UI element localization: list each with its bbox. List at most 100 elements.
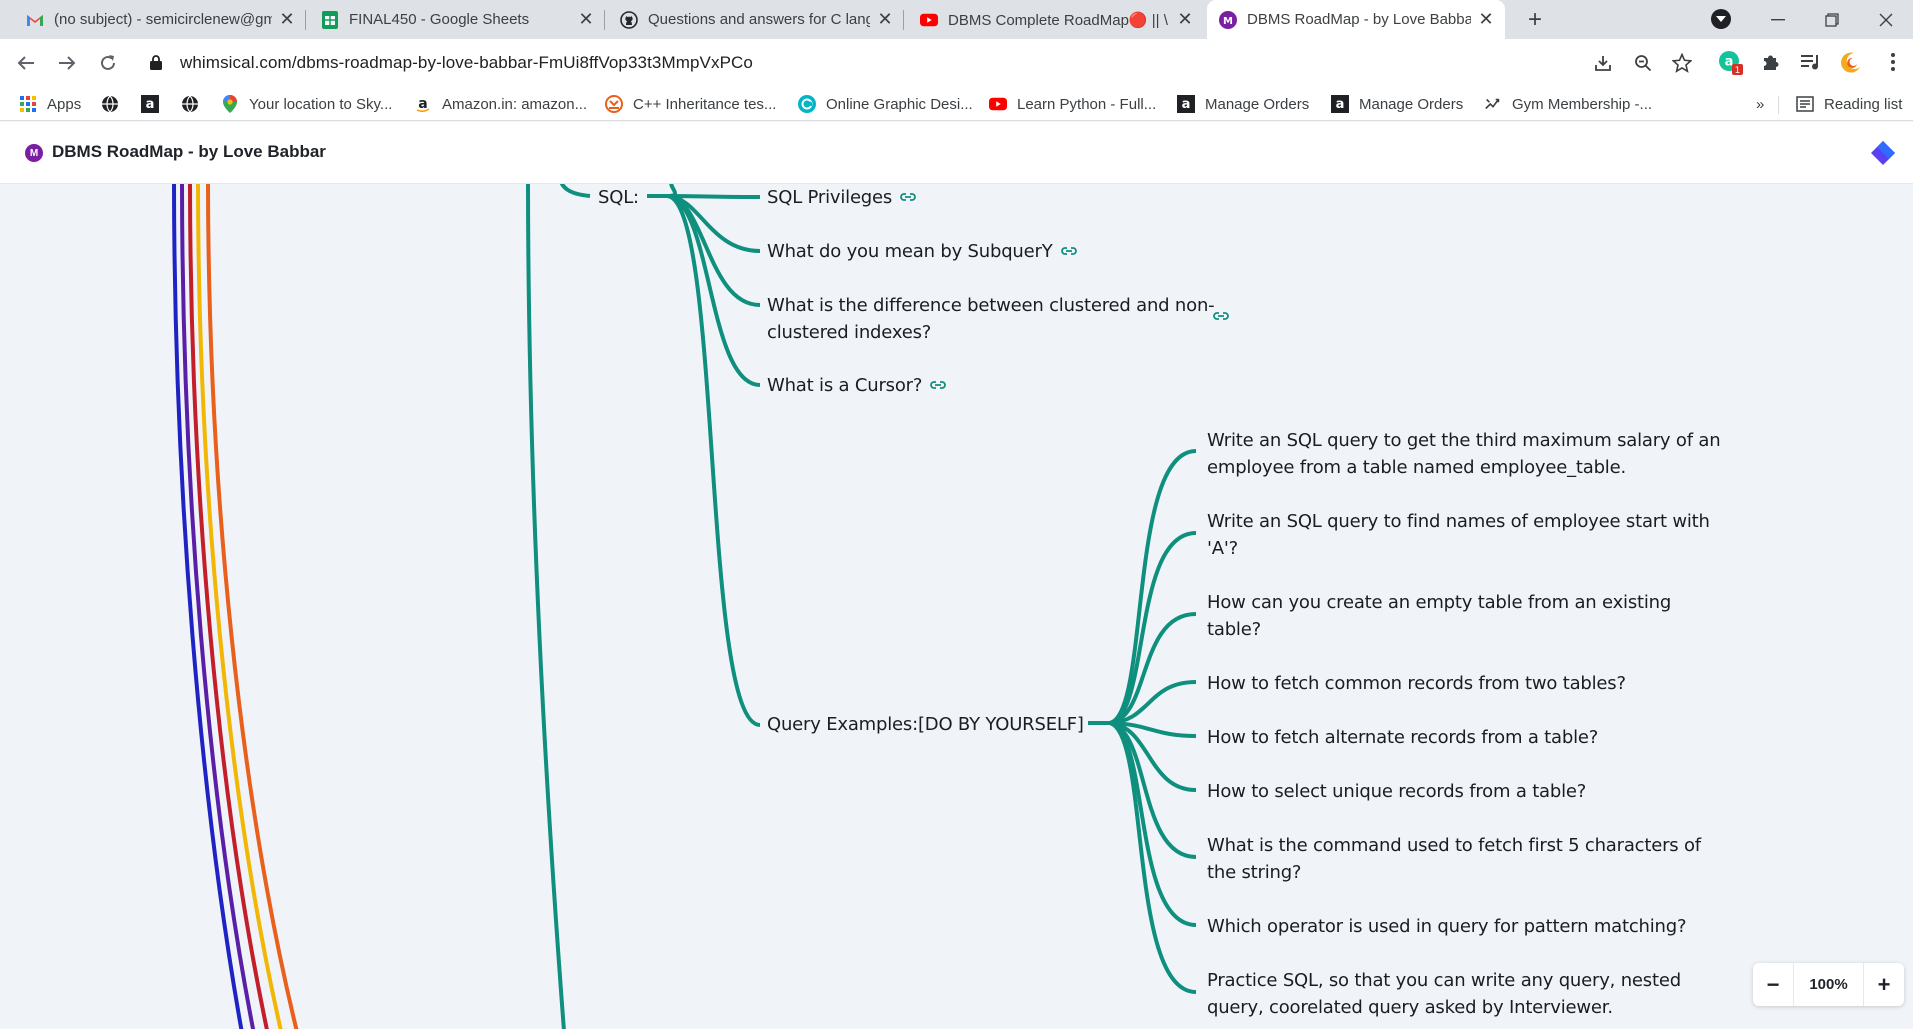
board-title[interactable]: DBMS RoadMap - by Love Babbar: [52, 142, 326, 162]
bookmark-amazon-1[interactable]: a: [141, 93, 169, 115]
extension-badge: 1: [1735, 66, 1741, 75]
tab-youtube[interactable]: DBMS Complete RoadMap🔴 || \ ✕: [908, 0, 1204, 39]
bookmark-globe-2[interactable]: [181, 93, 209, 115]
lock-icon[interactable]: [150, 55, 166, 71]
mindmap-node-query-7[interactable]: What is the command used to fetch first …: [1207, 832, 1727, 886]
mindmap-node-query-5[interactable]: How to fetch alternate records from a ta…: [1207, 724, 1727, 751]
tab-google-sheets[interactable]: FINAL450 - Google Sheets ✕: [309, 0, 605, 39]
close-icon[interactable]: ✕: [278, 9, 296, 29]
crescent-extension-icon[interactable]: [1838, 49, 1864, 75]
canva-icon: [798, 95, 816, 113]
install-app-icon[interactable]: [1591, 51, 1615, 75]
bookmark-manage-orders-1[interactable]: a Manage Orders: [1177, 93, 1309, 115]
close-icon[interactable]: ✕: [1176, 9, 1194, 29]
mindmap-node-cursor[interactable]: What is a Cursor?: [767, 372, 947, 399]
apps-grid-icon: [19, 95, 37, 113]
zoom-out-button[interactable]: −: [1753, 963, 1793, 1006]
maps-pin-icon: [221, 95, 239, 113]
node-text-line-1: What is the difference between clustered…: [767, 295, 1215, 316]
tab-search-icon[interactable]: [1711, 9, 1731, 29]
bookmark-star-icon[interactable]: [1670, 51, 1694, 75]
browser-menu-icon[interactable]: [1880, 49, 1906, 75]
bookmarks-overflow-label: »: [1756, 95, 1765, 113]
node-text-line-2: 'A'?: [1207, 538, 1238, 559]
bookmark-amazon-2[interactable]: a Amazon.in: amazon...: [414, 93, 587, 115]
mindmap-node-sql[interactable]: SQL:: [598, 184, 639, 211]
restore-icon[interactable]: [1805, 0, 1859, 39]
extensions-puzzle-icon[interactable]: [1758, 49, 1784, 75]
mindmap-node-query-3[interactable]: How can you create an empty table from a…: [1207, 589, 1727, 643]
mindmap-node-query-9[interactable]: Practice SQL, so that you can write any …: [1207, 967, 1727, 1021]
bookmark-maps[interactable]: Your location to Sky...: [221, 93, 392, 115]
zoom-level[interactable]: 100%: [1793, 963, 1864, 1006]
svg-text:a: a: [146, 97, 155, 112]
bookmark-globe-1[interactable]: [101, 93, 129, 115]
tab-github[interactable]: Questions and answers for C lang ✕: [608, 0, 904, 39]
link-icon[interactable]: [1213, 311, 1229, 321]
globe-icon: [181, 95, 199, 113]
mindmap-node-sql-privileges[interactable]: SQL Privileges: [767, 184, 916, 211]
whimsical-logo-icon[interactable]: M: [25, 144, 43, 162]
minimize-icon[interactable]: [1751, 0, 1805, 39]
tab-title: (no subject) - semicirclenew@gm: [54, 11, 272, 28]
mindmap-node-query-8[interactable]: Which operator is used in query for patt…: [1207, 913, 1727, 940]
mindmap-node-query-examples[interactable]: Query Examples:[DO BY YOURSELF]: [767, 711, 1084, 738]
amazon-icon: a: [1177, 95, 1195, 113]
tab-separator: [604, 10, 605, 30]
close-window-icon[interactable]: [1859, 0, 1913, 39]
bookmark-learn-python[interactable]: Learn Python - Full...: [989, 93, 1156, 115]
mindmap-node-subquery[interactable]: What do you mean by SubquerY: [767, 238, 1077, 265]
tab-title: Questions and answers for C lang: [648, 11, 870, 28]
node-text: What is a Cursor?: [767, 375, 923, 396]
close-icon[interactable]: ✕: [1477, 9, 1495, 29]
node-text-line-2: query, coorelated query asked by Intervi…: [1207, 997, 1613, 1018]
mindmap-node-query-4[interactable]: How to fetch common records from two tab…: [1207, 670, 1727, 697]
mindmap-node-clustered-indexes[interactable]: What is the difference between clustered…: [767, 292, 1227, 346]
zoom-in-button[interactable]: +: [1864, 963, 1904, 1006]
media-playlist-icon[interactable]: [1798, 49, 1824, 75]
new-tab-button[interactable]: +: [1521, 6, 1549, 34]
browser-tab-strip: (no subject) - semicirclenew@gm ✕ FINAL4…: [0, 0, 1913, 39]
link-icon[interactable]: [930, 380, 947, 390]
back-arrow-icon[interactable]: [14, 51, 38, 75]
address-bar[interactable]: whimsical.com/dbms-roadmap-by-love-babba…: [140, 44, 1700, 82]
close-icon[interactable]: ✕: [876, 9, 894, 29]
node-text-line-2: clustered indexes?: [767, 322, 932, 343]
grammarly-extension-icon[interactable]: a1: [1718, 49, 1744, 75]
svg-text:M: M: [1223, 16, 1233, 27]
forward-arrow-icon[interactable]: [55, 51, 79, 75]
link-icon[interactable]: [900, 192, 916, 202]
link-icon[interactable]: [1060, 246, 1077, 256]
bookmark-cpp-inheritance[interactable]: C++ Inheritance tes...: [605, 93, 776, 115]
tab-gmail[interactable]: (no subject) - semicirclenew@gm ✕: [14, 0, 306, 39]
whimsical-icon: M: [1219, 10, 1237, 29]
amazon-icon: a: [1331, 95, 1349, 113]
tab-title: DBMS RoadMap - by Love Babba: [1247, 11, 1471, 28]
close-icon[interactable]: ✕: [577, 9, 595, 29]
bookmark-apps[interactable]: Apps: [19, 93, 81, 115]
bookmark-label: Manage Orders: [1205, 95, 1310, 113]
zoom-magnifier-icon[interactable]: [1631, 51, 1655, 75]
tab-dbms-roadmap[interactable]: M DBMS RoadMap - by Love Babba ✕: [1207, 0, 1505, 39]
node-text-line-1: Write an SQL query to get the third maxi…: [1207, 430, 1721, 451]
bookmark-gym-membership[interactable]: Gym Membership -...: [1484, 93, 1652, 115]
bookmark-label: Online Graphic Desi...: [826, 95, 973, 113]
sheets-icon: [321, 10, 339, 29]
bookmark-canva[interactable]: Online Graphic Desi...: [798, 93, 973, 115]
mindmap-node-query-6[interactable]: How to select unique records from a tabl…: [1207, 778, 1727, 805]
node-text-line-2: employee from a table named employee_tab…: [1207, 457, 1626, 478]
svg-text:a: a: [1182, 97, 1191, 112]
mindmap-node-query-1[interactable]: Write an SQL query to get the third maxi…: [1207, 427, 1727, 481]
svg-text:a: a: [418, 96, 427, 112]
node-text-line-1: Practice SQL, so that you can write any …: [1207, 970, 1681, 991]
reload-icon[interactable]: [96, 51, 120, 75]
tab-separator: [903, 10, 904, 30]
node-text-line-2: table?: [1207, 619, 1261, 640]
mindmap-node-query-2[interactable]: Write an SQL query to find names of empl…: [1207, 508, 1727, 562]
reading-list-button[interactable]: Reading list: [1796, 93, 1902, 115]
bookmarks-overflow-button[interactable]: »: [1756, 93, 1764, 115]
reading-list-label: Reading list: [1824, 95, 1903, 113]
mindmap-canvas[interactable]: SQL: SQL Privileges What do you mean by …: [0, 184, 1913, 1029]
whimsical-menu-diamond-icon[interactable]: [1868, 138, 1898, 168]
bookmark-manage-orders-2[interactable]: a Manage Orders: [1331, 93, 1463, 115]
